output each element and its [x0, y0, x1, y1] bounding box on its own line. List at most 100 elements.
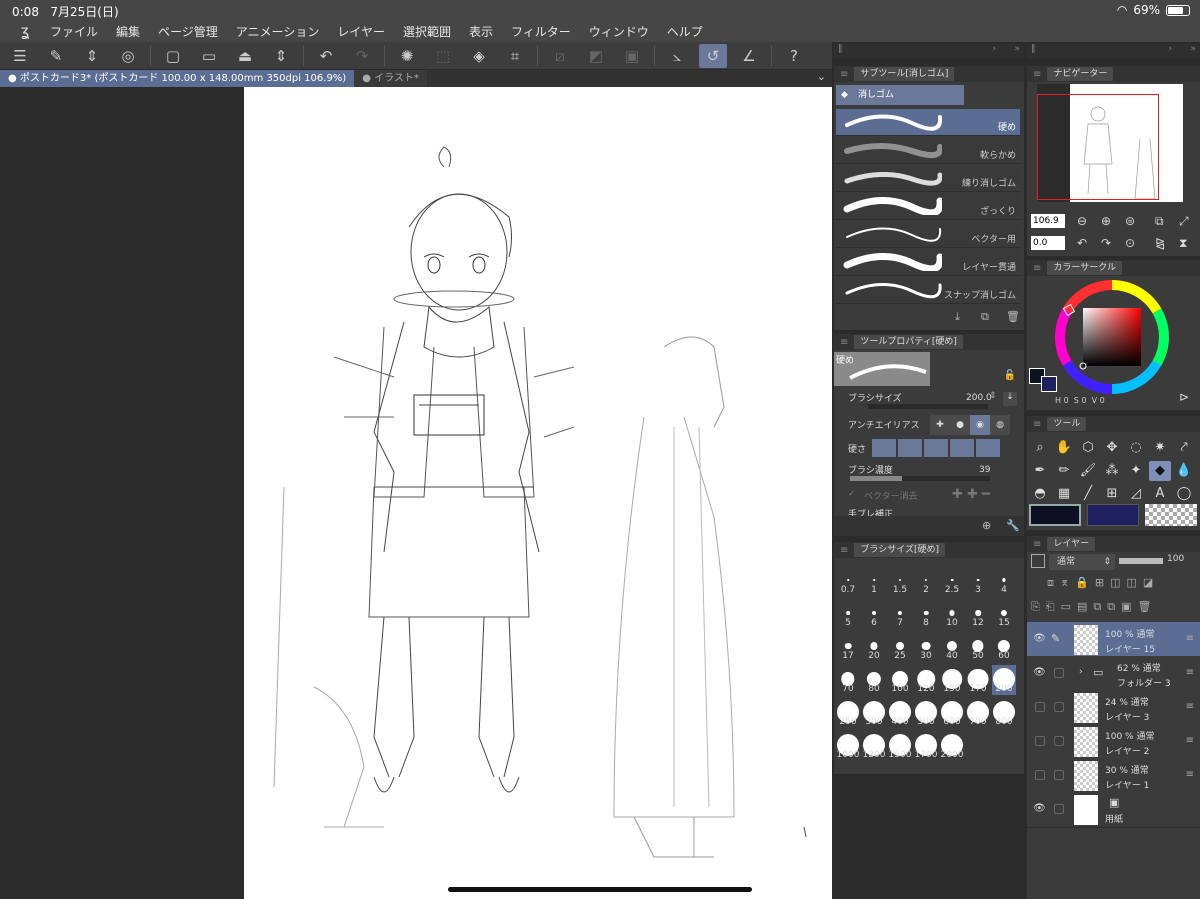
selection-border-icon[interactable]: ▣ [618, 44, 646, 68]
layer-row-folder[interactable]: 👁 › ▭ 62 % 通常 フォルダー 3 ≡ [1027, 656, 1200, 692]
brush-size-option[interactable]: 1500 [888, 731, 912, 761]
eraser-tool-icon[interactable]: ◆ [1149, 461, 1171, 481]
subtool-item-vector[interactable]: ベクター用 [836, 221, 1020, 248]
menu-file[interactable]: ファイル [50, 23, 98, 40]
transform-icon[interactable]: ⬚ [429, 44, 457, 68]
loading-icon[interactable]: ✺ [393, 44, 421, 68]
brush-size-option[interactable]: 700 [966, 698, 990, 728]
airbrush-tool-icon[interactable]: ⁂ [1101, 461, 1123, 481]
subtool-group-eraser[interactable]: ◆ 消しゴム [836, 85, 964, 105]
undo-icon[interactable]: ↶ [312, 44, 340, 68]
layer-row[interactable]: 👁 ✎ 100 % 通常 レイヤー 15 ≡ [1027, 622, 1200, 658]
subtool-copy-icon[interactable]: ⧉ [981, 310, 989, 324]
crop-icon[interactable]: ⌗ [501, 44, 529, 68]
layer-property-icons[interactable]: ⧈⌆🔒⊞◫◫◪ [1047, 576, 1159, 590]
brush-size-option[interactable]: 30 [914, 632, 938, 662]
antialias-weak-icon[interactable]: ● [950, 415, 970, 435]
ruler-icon[interactable]: ⦣ [663, 44, 691, 68]
checkbox-icon[interactable]: ✓ [848, 489, 856, 499]
layer-visibility-checkbox[interactable] [1035, 736, 1045, 746]
brush-size-option[interactable]: 120 [914, 665, 938, 695]
menu-filter[interactable]: フィルター [511, 23, 571, 40]
open-folder-icon[interactable]: ▭ [195, 44, 223, 68]
panel-menu-icon[interactable]: ≡ [1033, 539, 1041, 550]
layer-row-paper[interactable]: 👁 ▣ 用紙 [1027, 792, 1200, 828]
panel-menu-icon[interactable]: ≡ [840, 337, 848, 348]
brush-size-option[interactable]: 60 [992, 632, 1016, 662]
panel-menu-icon[interactable]: ≡ [840, 545, 848, 556]
hardness-segment[interactable] [924, 439, 948, 457]
layer-visibility-checkbox[interactable] [1035, 702, 1045, 712]
chevron-right-icon[interactable]: › [992, 44, 996, 54]
color-wheel[interactable] [1053, 278, 1171, 396]
chevron-right-icon[interactable]: › [1079, 667, 1083, 677]
double-chevron-right-icon[interactable]: » [1190, 44, 1196, 54]
brush-size-option[interactable]: 40 [940, 632, 964, 662]
subtool-item-through-layer[interactable]: レイヤー貫通 [836, 249, 1020, 276]
brush-size-option[interactable]: 1700 [914, 731, 938, 761]
layer-opacity-slider[interactable] [1119, 558, 1163, 564]
double-chevron-right-icon[interactable]: » [1014, 44, 1020, 54]
brush-tool-icon[interactable]: 🖌 [1077, 461, 1099, 481]
reset-rotation-icon[interactable]: ⊙ [1125, 236, 1135, 250]
balloon-tool-icon[interactable]: ◯ [1173, 484, 1195, 504]
brush-size-option[interactable]: 1.5 [888, 566, 912, 596]
trash-icon[interactable]: 🗑 [1006, 310, 1020, 323]
antialias-row[interactable]: アンチエイリアス ✚ ● ◉ ◍ [836, 414, 1020, 436]
eye-icon[interactable]: 👁 [1033, 667, 1046, 678]
layer-checkbox[interactable] [1054, 668, 1064, 678]
edit-icon[interactable]: ✎ [42, 44, 70, 68]
dock-strip-middle[interactable]: ‖ › » [834, 44, 1024, 58]
reset-icon[interactable]: ⊕ [982, 519, 991, 532]
canvas-area[interactable] [0, 87, 832, 899]
brush-size-option[interactable]: 5 [836, 599, 860, 629]
brush-size-option[interactable]: 15 [992, 599, 1016, 629]
layer-row[interactable]: 30 % 通常 レイヤー 1 ≡ [1027, 758, 1200, 794]
color-mode-icon[interactable]: ⊳ [1179, 390, 1189, 404]
hamburger-menu-icon[interactable]: ≡ [1186, 667, 1194, 678]
navigator-rotation-value[interactable]: 0.0 [1031, 236, 1065, 250]
tab-illust[interactable]: ● イラスト* [354, 70, 427, 87]
brush-size-option[interactable]: 300 [862, 698, 886, 728]
hardness-segment[interactable] [950, 439, 974, 457]
hamburger-menu-icon[interactable]: ☰ [6, 44, 34, 68]
ruler-angle-icon[interactable]: ∠ [735, 44, 763, 68]
help-icon[interactable]: ? [780, 44, 808, 68]
swap-updown-icon[interactable]: ⇕ [267, 44, 295, 68]
stepper-icon[interactable]: ⇕ [989, 391, 997, 401]
navigator-viewport[interactable] [1037, 94, 1159, 200]
subtool-item-rough[interactable]: ざっくり [836, 193, 1020, 220]
subtool-item-hard[interactable]: 硬め [836, 109, 1020, 136]
download-icon[interactable]: ↓ [1003, 392, 1017, 406]
brush-size-option[interactable]: 1200 [862, 731, 886, 761]
subtool-item-snap[interactable]: スナップ消しゴム [836, 277, 1020, 304]
layer-opacity-value[interactable]: 100 [1167, 554, 1184, 564]
panel-menu-icon[interactable]: ≡ [840, 69, 848, 80]
panel-menu-icon[interactable]: ≡ [1033, 419, 1041, 430]
invert-selection-icon[interactable]: ◩ [582, 44, 610, 68]
new-file-icon[interactable]: ▢ [159, 44, 187, 68]
pen-tool-icon[interactable]: ✒ [1029, 461, 1051, 481]
layer-visibility-checkbox[interactable] [1035, 770, 1045, 780]
hardness-segment[interactable] [872, 439, 896, 457]
eye-icon[interactable]: 👁 [1033, 633, 1046, 644]
eye-icon[interactable]: 👁 [1033, 803, 1046, 814]
hand-tool-icon[interactable]: ✋ [1053, 438, 1075, 458]
brush-size-option[interactable]: 2.5 [940, 566, 964, 596]
brush-size-option[interactable]: 6 [862, 599, 886, 629]
swap-updown-icon[interactable]: ⇕ [78, 44, 106, 68]
decoration-tool-icon[interactable]: ✦ [1125, 461, 1147, 481]
brush-size-option[interactable]: 3 [966, 566, 990, 596]
navigator-zoom-value[interactable]: 106.9 [1031, 214, 1065, 228]
menu-animation[interactable]: アニメーション [236, 23, 320, 40]
menu-page[interactable]: ページ管理 [158, 23, 218, 40]
redo-icon[interactable]: ↷ [348, 44, 376, 68]
hamburger-menu-icon[interactable]: ≡ [1186, 735, 1194, 746]
drawing-paper[interactable] [244, 87, 832, 899]
brush-size-option[interactable]: 20 [862, 632, 886, 662]
brush-size-option[interactable]: 7 [888, 599, 912, 629]
menu-view[interactable]: 表示 [469, 23, 493, 40]
sub-color-chip[interactable] [1087, 504, 1139, 526]
antialias-medium-icon[interactable]: ◉ [970, 415, 990, 435]
rotate-left-icon[interactable]: ↶ [1077, 236, 1087, 250]
